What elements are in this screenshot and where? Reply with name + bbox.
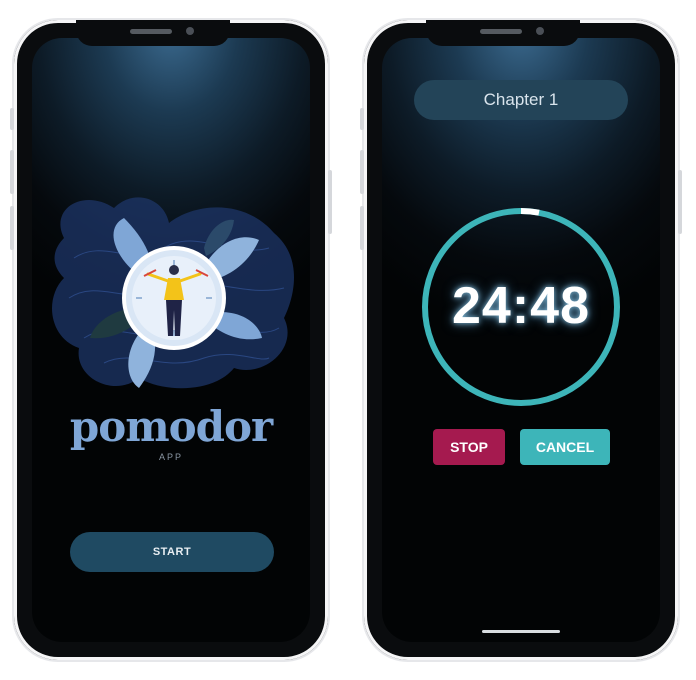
speaker-grille (130, 29, 172, 34)
volume-up-button (360, 150, 364, 194)
front-camera (536, 27, 544, 35)
cancel-button[interactable]: CANCEL (520, 429, 610, 465)
mute-switch (10, 108, 14, 130)
power-button (328, 170, 332, 234)
app-logo: pomodor (69, 402, 273, 451)
volume-up-button (10, 150, 14, 194)
home-indicator[interactable] (482, 630, 560, 633)
start-button[interactable]: START (70, 532, 274, 572)
clock-person-illustration-icon (52, 197, 294, 389)
notch (426, 20, 580, 46)
mute-switch (360, 108, 364, 130)
speaker-grille (480, 29, 522, 34)
front-camera (186, 27, 194, 35)
volume-down-button (10, 206, 14, 250)
app-logo-subtitle: APP (158, 452, 183, 462)
power-button (678, 170, 682, 234)
timer-countdown: 24:48 (452, 277, 590, 335)
phone-frame-right: Chapter 1 24:48 STOP CANCEL (360, 20, 682, 660)
phone-frame-left: pomodor APP START (10, 20, 332, 660)
splash-screen: pomodor APP START (32, 38, 310, 642)
timer-screen: Chapter 1 24:48 STOP CANCEL (382, 38, 660, 642)
notch (76, 20, 230, 46)
chapter-title: Chapter 1 (414, 80, 628, 120)
stop-button[interactable]: STOP (433, 429, 505, 465)
volume-down-button (360, 206, 364, 250)
